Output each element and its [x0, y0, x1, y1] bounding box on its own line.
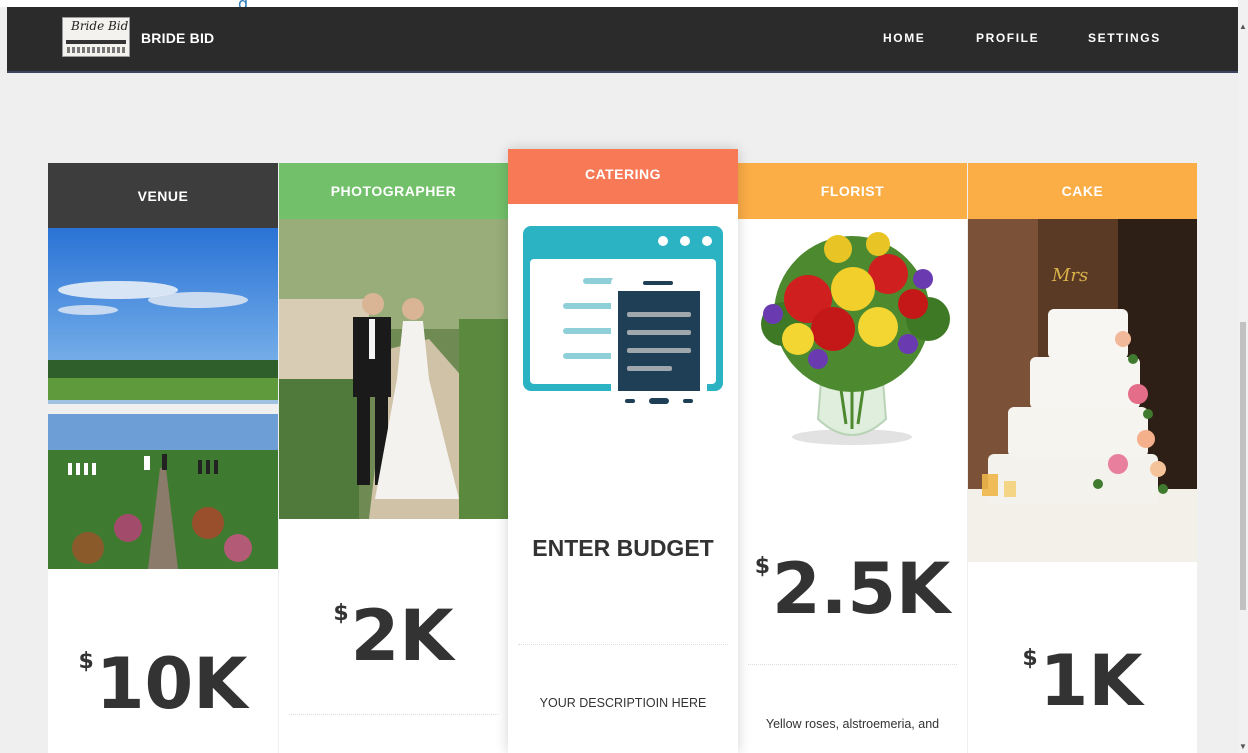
cake-card[interactable]: CAKE Mrs $1K	[968, 163, 1197, 753]
cake-price: $1K	[968, 640, 1197, 722]
venue-amount: 10K	[95, 643, 248, 725]
photographer-divider	[289, 714, 498, 715]
venue-photo	[48, 228, 278, 569]
cake-card-header: CAKE	[968, 163, 1197, 219]
photographer-currency-symbol: $	[333, 601, 349, 626]
scroll-up-arrow-icon[interactable]: ▲	[1239, 22, 1247, 31]
florist-description: Yellow roses, alstroemeria, and	[765, 717, 940, 731]
florist-photo	[738, 219, 967, 469]
photographer-amount: 2K	[350, 595, 454, 677]
logo-script-text: Bride Bid	[71, 19, 129, 33]
photographer-card-header: PHOTOGRAPHER	[279, 163, 508, 219]
photographer-card[interactable]: PHOTOGRAPHER $2K	[279, 163, 508, 753]
florist-amount: 2.5K	[772, 548, 951, 630]
page-scrollbar[interactable]: ▲ ▼	[1238, 0, 1248, 753]
cake-currency-symbol: $	[1022, 646, 1038, 671]
nav-profile-link[interactable]: PROFILE	[976, 31, 1039, 45]
catering-devices-icon	[523, 226, 723, 409]
venue-price: $10K	[48, 643, 278, 725]
nav-settings-link[interactable]: SETTINGS	[1088, 31, 1161, 45]
logo-fine-print	[67, 47, 125, 53]
catering-description: YOUR DESCRIPTIOIN HERE	[539, 696, 707, 710]
photographer-card-title: PHOTOGRAPHER	[330, 183, 457, 199]
venue-card[interactable]: VENUE $10K	[48, 163, 278, 753]
florist-currency-symbol: $	[754, 554, 771, 579]
florist-price: $2.5K	[738, 548, 967, 630]
catering-card-header: CATERING	[508, 149, 738, 204]
catering-card-title: CATERING	[584, 165, 662, 182]
catering-enter-budget[interactable]: ENTER BUDGET	[508, 535, 738, 562]
venue-currency-symbol: $	[78, 649, 94, 674]
scroll-down-arrow-icon[interactable]: ▼	[1239, 742, 1247, 751]
photographer-price: $2K	[279, 595, 508, 677]
venue-card-header: VENUE	[48, 163, 278, 228]
scrollbar-thumb[interactable]	[1240, 322, 1246, 610]
venue-card-title: VENUE	[137, 187, 189, 204]
catering-card[interactable]: CATERING ENTER BUDGET YOUR DESCRIPTIOIN …	[508, 149, 738, 753]
florist-card-header: FLORIST	[738, 163, 967, 219]
cake-amount: 1K	[1039, 640, 1143, 722]
photographer-photo	[279, 219, 508, 519]
florist-card[interactable]: FLORIST $2.5K Yellow roses, alstroemeria…	[738, 163, 967, 753]
brand-logo[interactable]: Bride Bid	[62, 17, 130, 57]
florist-card-title: FLORIST	[820, 183, 885, 199]
browser-top-strip: g	[0, 0, 1248, 13]
catering-divider	[518, 644, 728, 645]
nav-home-link[interactable]: HOME	[883, 31, 925, 45]
navbar: Bride Bid BRIDE BID HOME PROFILE SETTING…	[7, 7, 1238, 73]
svg-text:Mrs: Mrs	[1051, 265, 1088, 286]
cake-photo: Mrs	[968, 219, 1197, 562]
cake-card-title: CAKE	[1061, 183, 1104, 199]
logo-band	[66, 40, 126, 44]
brand-name[interactable]: BRIDE BID	[141, 30, 214, 46]
florist-divider	[748, 664, 957, 665]
